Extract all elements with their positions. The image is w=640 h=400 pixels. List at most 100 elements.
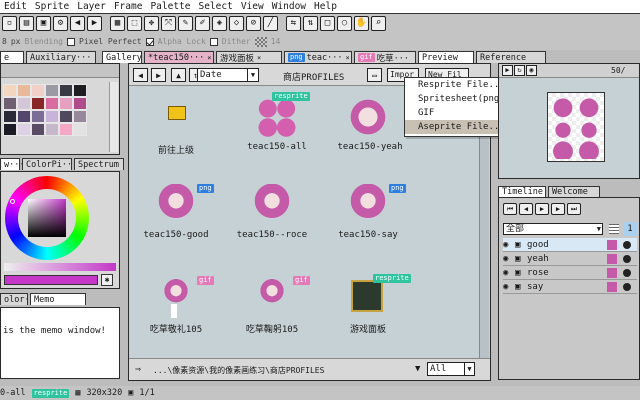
play-icon[interactable]: ▶ [535,203,549,215]
next-frame-icon[interactable]: ▶ [551,203,565,215]
tab-game-panel[interactable]: 游戏面板 × [216,51,282,64]
cel-dot[interactable] [623,282,631,291]
menu-view[interactable]: View [237,1,268,12]
layer-row[interactable]: ◉ ▣ yeah [503,252,637,266]
menu-layer[interactable]: Layer [73,1,110,12]
swatch[interactable] [73,123,87,136]
dither-pattern-icon[interactable] [254,36,267,47]
tab-welcome[interactable]: Welcome [548,186,600,197]
swatch[interactable] [31,97,45,110]
layer-name[interactable]: yeah [527,254,607,264]
swatch[interactable] [17,84,31,97]
swatch[interactable] [17,110,31,123]
tab-spectrum[interactable]: Spectrum [74,158,124,170]
frame-number[interactable]: 1 [623,222,637,236]
frames-grid-icon[interactable] [609,224,619,234]
undo-icon[interactable]: ◀ [70,16,85,31]
hue-cursor[interactable] [10,199,15,204]
ellipse-icon[interactable]: ○ [337,16,352,31]
layer-name[interactable]: say [527,282,607,292]
onion-icon[interactable]: ◉ [526,65,537,76]
menu-sprite[interactable]: Sprite [31,1,73,12]
swatch[interactable] [45,110,59,123]
bucket-icon[interactable]: ◈ [212,16,227,31]
menu-edit[interactable]: Edit [0,1,31,12]
swatch[interactable] [59,84,73,97]
tab-teac150[interactable]: *teac150··· × [144,51,214,63]
palette-scrollbar[interactable] [109,82,118,152]
layer-row[interactable]: ◉ ▣ rose [503,266,637,280]
play-icon[interactable]: ▶ [502,65,513,76]
grid-icon[interactable]: ▦ [110,16,125,31]
tab-color-wheel[interactable]: w··· [0,158,24,170]
lock-icon[interactable]: ▣ [515,254,527,264]
back-icon[interactable]: ◀ [133,68,148,82]
loop-icon[interactable]: ↻ [514,65,525,76]
swatch[interactable] [59,110,73,123]
swatch[interactable] [3,110,17,123]
line-icon[interactable]: ╱ [263,16,278,31]
brush-size-value[interactable]: 8 [2,37,7,46]
forward-icon[interactable]: ▶ [151,68,166,82]
gallery-item[interactable]: png teac150-say [323,184,413,244]
pencil-icon[interactable]: ✎ [178,16,193,31]
alpha-lock-checkbox[interactable] [145,37,154,46]
swatch[interactable] [3,84,17,97]
tab-color-picker[interactable]: ColorPi··· [22,158,77,170]
eye-icon[interactable]: ◉ [503,268,515,278]
swatch[interactable] [73,110,87,123]
tab-reference[interactable]: Reference [476,51,546,63]
eraser-icon[interactable]: ◇ [229,16,244,31]
cel-dot[interactable] [623,240,631,249]
eye-icon[interactable]: ◉ [503,282,515,292]
up-icon[interactable]: ▲ [171,68,186,82]
swatch[interactable] [31,110,45,123]
tab-memo[interactable]: Memo [30,293,86,305]
layer-group-dropdown[interactable]: 全部 ▼ [503,223,603,235]
gallery-item[interactable]: gif 吃草鞠躬105 [227,276,317,336]
gallery-item[interactable]: teac150-yeah [325,96,415,156]
menu-palette[interactable]: Palette [146,1,194,12]
gallery-item[interactable]: gif 吃草敬礼105 [131,276,221,336]
menu-help[interactable]: Help [310,1,341,12]
swap-colors-icon[interactable]: ✱ [101,274,113,286]
tab-eating-gif[interactable]: gif 吃草··· [354,51,416,64]
swatch[interactable] [17,97,31,110]
alpha-slider[interactable] [4,263,116,271]
lock-icon[interactable]: ▣ [515,282,527,292]
swatch[interactable] [45,84,59,97]
settings-icon[interactable]: ⚙ [53,16,68,31]
gallery-item[interactable]: png teac150-good [131,184,221,244]
sort-dropdown[interactable]: Date ▼ [197,68,259,82]
swatch[interactable] [3,123,17,136]
layer-row[interactable]: ◉ ▣ good [503,238,637,252]
eye-icon[interactable]: ◉ [503,240,515,250]
gallery-item[interactable]: resprite teac150-all [232,92,322,156]
tab-auxiliary[interactable]: Auxiliary··· [26,51,96,63]
last-frame-icon[interactable]: ⏭ [567,203,581,215]
tab-edit-panel[interactable]: e [0,51,24,63]
path-text[interactable]: ...\像素资源\我的像素画练习\商店PROFILES [153,365,324,376]
menu-frame[interactable]: Frame [110,1,147,12]
close-icon[interactable]: × [207,54,211,62]
cel-thumbnail[interactable] [607,281,617,292]
menu-window[interactable]: Window [268,1,310,12]
blending-label[interactable]: Blending [24,37,63,46]
swatch[interactable] [31,123,45,136]
mirror-v-icon[interactable]: ⇅ [303,16,318,31]
swatch[interactable] [73,97,87,110]
close-icon[interactable]: × [257,54,261,62]
tab-color[interactable]: olor··· [0,293,40,305]
folder-icon[interactable]: ▭ [367,68,382,82]
rect-icon[interactable]: □ [320,16,335,31]
cel-thumbnail[interactable] [607,239,617,250]
open-file-icon[interactable]: ▤ [19,16,34,31]
filter-dropdown[interactable]: All ▼ [427,362,475,376]
swatch[interactable] [45,97,59,110]
lock-icon[interactable]: ▣ [515,240,527,250]
swatch[interactable] [59,123,73,136]
hand-icon[interactable]: ✋ [354,16,369,31]
menu-select[interactable]: Select [194,1,236,12]
gallery-item[interactable]: 前往上级 [131,96,221,156]
swatch[interactable] [73,84,87,97]
